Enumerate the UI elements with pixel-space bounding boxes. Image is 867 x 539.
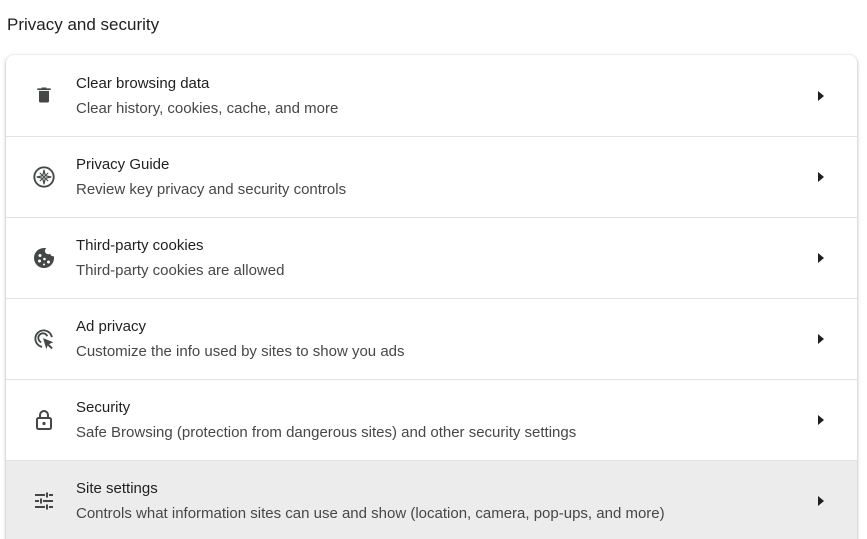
privacy-settings-card: Clear browsing data Clear history, cooki… [6, 55, 857, 539]
row-text: Third-party cookies Third-party cookies … [76, 235, 284, 282]
row-label: Security [76, 399, 131, 416]
row-sublabel: Clear history, cookies, cache, and more [76, 100, 339, 117]
lock-icon [32, 408, 56, 432]
row-text: Security Safe Browsing (protection from … [76, 397, 576, 444]
privacy-security-page: Privacy and security Clear browsing data… [0, 0, 867, 539]
third-party-cookies-row[interactable]: Third-party cookies Third-party cookies … [6, 217, 857, 298]
ad-privacy-row[interactable]: Ad privacy Customize the info used by si… [6, 298, 857, 379]
row-label: Clear browsing data [76, 75, 210, 92]
security-row[interactable]: Security Safe Browsing (protection from … [6, 379, 857, 460]
row-sublabel: Customize the info used by sites to show… [76, 343, 405, 360]
ad-privacy-icon [32, 327, 56, 351]
site-settings-row[interactable]: Site settings Controls what information … [6, 460, 857, 539]
row-sublabel: Safe Browsing (protection from dangerous… [76, 424, 577, 441]
arrow-right-icon [814, 89, 828, 103]
cookie-icon [32, 246, 56, 270]
arrow-right-icon [814, 332, 828, 346]
row-text: Site settings Controls what information … [76, 478, 665, 525]
row-label: Privacy Guide [76, 156, 170, 173]
row-text: Privacy Guide Review key privacy and sec… [76, 154, 346, 201]
row-label: Third-party cookies [76, 237, 204, 254]
arrow-right-icon [814, 170, 828, 184]
compass-icon [32, 165, 56, 189]
tune-icon [32, 489, 56, 513]
row-label: Ad privacy [76, 318, 147, 335]
row-sublabel: Review key privacy and security controls [76, 181, 347, 198]
clear-browsing-data-row[interactable]: Clear browsing data Clear history, cooki… [6, 55, 857, 136]
row-text: Ad privacy Customize the info used by si… [76, 316, 405, 363]
arrow-right-icon [814, 494, 828, 508]
row-label: Site settings [76, 480, 158, 497]
section-title: Privacy and security [7, 15, 160, 34]
trash-icon [32, 83, 56, 107]
arrow-right-icon [814, 413, 828, 427]
privacy-guide-row[interactable]: Privacy Guide Review key privacy and sec… [6, 136, 857, 217]
arrow-right-icon [814, 251, 828, 265]
row-text: Clear browsing data Clear history, cooki… [76, 73, 338, 120]
row-sublabel: Third-party cookies are allowed [76, 262, 285, 279]
row-sublabel: Controls what information sites can use … [76, 505, 665, 522]
